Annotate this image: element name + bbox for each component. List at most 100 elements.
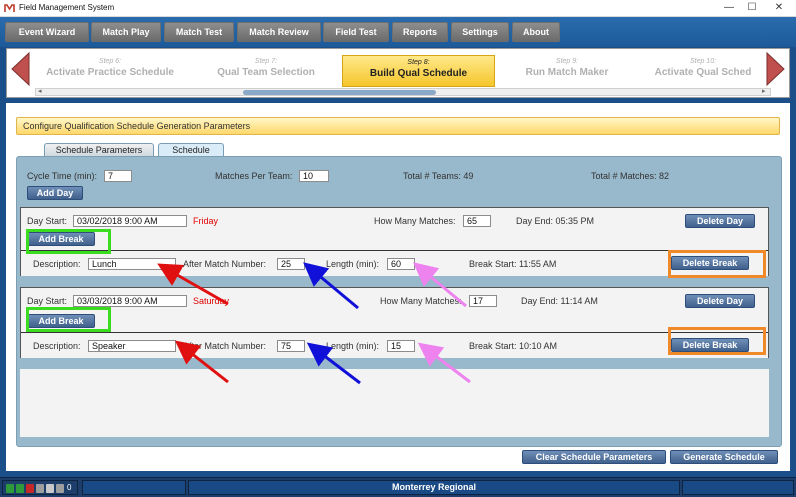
break-start-text: Break Start: 11:55 AM xyxy=(469,259,557,269)
how-many-matches-input[interactable]: 17 xyxy=(469,295,497,307)
cycle-time-input[interactable]: 7 xyxy=(104,170,132,182)
day-end-text: Day End: 11:14 AM xyxy=(521,296,598,306)
after-match-number-input[interactable]: 25 xyxy=(277,258,305,270)
section-header: Configure Qualification Schedule Generat… xyxy=(16,117,780,135)
menu-field-test[interactable]: Field Test xyxy=(323,22,389,42)
break-description-input[interactable]: Speaker xyxy=(88,340,176,352)
day-start-input[interactable]: 03/02/2018 9:00 AM xyxy=(73,215,187,227)
status-segment xyxy=(682,480,794,495)
break-description-label: Description: xyxy=(33,341,81,351)
day-start-label: Day Start: xyxy=(27,296,68,306)
break-length-label: Length (min): xyxy=(326,259,380,269)
section-header-text: Configure Qualification Schedule Generat… xyxy=(23,121,251,131)
day-start-input[interactable]: 03/03/2018 9:00 AM xyxy=(73,295,187,307)
how-many-matches-label: How Many Matches: xyxy=(380,296,462,306)
step-10[interactable]: Step 10: Activate Qual Sched xyxy=(642,55,764,87)
window-title: Field Management System xyxy=(19,3,115,12)
step-label: Qual Team Selection xyxy=(217,67,315,78)
step-7[interactable]: Step 7: Qual Team Selection xyxy=(192,55,340,87)
step-label: Run Match Maker xyxy=(525,67,609,78)
step-9[interactable]: Step 9: Run Match Maker xyxy=(502,55,632,87)
status-red-icon xyxy=(26,484,34,493)
break-row: Description: Lunch After Match Number: 2… xyxy=(21,250,768,276)
wizard-step-bar: Step 6: Activate Practice Schedule Step … xyxy=(6,48,790,98)
main-menu-bar: Event Wizard Match Play Match Test Match… xyxy=(0,17,796,47)
menu-match-test[interactable]: Match Test xyxy=(164,22,234,42)
break-length-input[interactable]: 60 xyxy=(387,258,415,270)
step-6[interactable]: Step 6: Activate Practice Schedule xyxy=(35,55,185,87)
day-weekday: Saturday xyxy=(193,296,230,306)
after-match-number-input[interactable]: 75 xyxy=(277,340,305,352)
status-gray-icon xyxy=(46,484,54,493)
how-many-matches-input[interactable]: 65 xyxy=(463,215,491,227)
status-green-icon xyxy=(16,484,24,493)
next-step-icon[interactable] xyxy=(765,51,787,87)
status-count: 0 xyxy=(67,483,72,492)
menu-about[interactable]: About xyxy=(512,22,560,42)
clear-schedule-parameters-button[interactable]: Clear Schedule Parameters xyxy=(522,450,666,464)
tab-schedule[interactable]: Schedule xyxy=(158,143,224,157)
day-weekday: Friday xyxy=(193,216,219,226)
after-match-number-label: After Match Number: xyxy=(183,341,267,351)
delete-day-button[interactable]: Delete Day xyxy=(685,294,755,308)
status-gray-icon xyxy=(36,484,44,493)
delete-break-highlight xyxy=(668,250,766,278)
step-label: Activate Practice Schedule xyxy=(46,67,174,78)
how-many-matches-label: How Many Matches: xyxy=(374,216,456,226)
day-end-text: Day End: 05:35 PM xyxy=(516,216,595,226)
step-number: Step 10: xyxy=(689,58,717,65)
menu-match-review[interactable]: Match Review xyxy=(237,22,321,42)
step-number: Step 6: xyxy=(98,58,122,65)
step-number: Step 8: xyxy=(407,59,430,66)
break-start-text: Break Start: 10:10 AM xyxy=(469,341,558,351)
menu-settings[interactable]: Settings xyxy=(451,22,509,42)
status-green-icon xyxy=(6,484,14,493)
matches-per-team-label: Matches Per Team: xyxy=(215,171,293,181)
step-scrollbar[interactable]: ◂ ▸ xyxy=(35,88,771,96)
app-logo-icon xyxy=(4,4,15,12)
step-number: Step 9: xyxy=(555,58,579,65)
step-label: Activate Qual Sched xyxy=(654,67,752,78)
generate-schedule-button[interactable]: Generate Schedule xyxy=(670,450,778,464)
break-description-label: Description: xyxy=(33,259,81,269)
break-length-label: Length (min): xyxy=(326,341,380,351)
menu-match-play[interactable]: Match Play xyxy=(91,22,161,42)
status-gray-icon xyxy=(56,484,64,493)
break-row: Description: Speaker After Match Number:… xyxy=(21,332,768,358)
break-length-input[interactable]: 15 xyxy=(387,340,415,352)
close-button[interactable]: ✕ xyxy=(766,0,792,17)
step-number: Step 7: xyxy=(254,58,278,65)
add-break-highlight xyxy=(26,229,111,254)
menu-event-wizard[interactable]: Event Wizard xyxy=(5,22,89,42)
maximize-button[interactable]: ☐ xyxy=(739,0,765,17)
event-name: Monterrey Regional xyxy=(188,480,680,495)
status-indicators: 0 xyxy=(2,480,78,495)
delete-break-highlight xyxy=(668,327,766,355)
schedule-empty-area xyxy=(20,369,769,437)
previous-step-icon[interactable] xyxy=(9,51,31,87)
matches-per-team-input[interactable]: 10 xyxy=(299,170,329,182)
after-match-number-label: After Match Number: xyxy=(183,259,267,269)
day-row: Day Start: 03/02/2018 9:00 AM Friday How… xyxy=(20,207,769,276)
delete-day-button[interactable]: Delete Day xyxy=(685,214,755,228)
status-bar: 0 Monterrey Regional xyxy=(0,477,796,497)
total-teams-text: Total # Teams: 49 xyxy=(403,171,474,181)
main-content: Configure Qualification Schedule Generat… xyxy=(6,103,790,471)
tab-schedule-parameters[interactable]: Schedule Parameters xyxy=(44,143,154,157)
status-segment xyxy=(82,480,186,495)
scroll-left-icon[interactable]: ◂ xyxy=(38,87,42,95)
step-label: Build Qual Schedule xyxy=(369,68,468,79)
step-8-active[interactable]: Step 8: Build Qual Schedule xyxy=(342,55,495,87)
break-description-input[interactable]: Lunch xyxy=(88,258,176,270)
title-bar: Field Management System — ☐ ✕ xyxy=(0,0,796,17)
menu-reports[interactable]: Reports xyxy=(392,22,448,42)
day-row: Day Start: 03/03/2018 9:00 AM Saturday H… xyxy=(20,287,769,358)
schedule-tab-panel: Cycle Time (min): 7 Matches Per Team: 10… xyxy=(16,156,782,447)
day-start-label: Day Start: xyxy=(27,216,68,226)
total-matches-text: Total # Matches: 82 xyxy=(591,171,670,181)
scroll-right-icon[interactable]: ▸ xyxy=(762,87,766,95)
add-day-button[interactable]: Add Day xyxy=(27,186,83,200)
cycle-time-label: Cycle Time (min): xyxy=(27,171,98,181)
scrollbar-thumb[interactable] xyxy=(243,90,436,95)
add-break-highlight xyxy=(26,307,111,332)
